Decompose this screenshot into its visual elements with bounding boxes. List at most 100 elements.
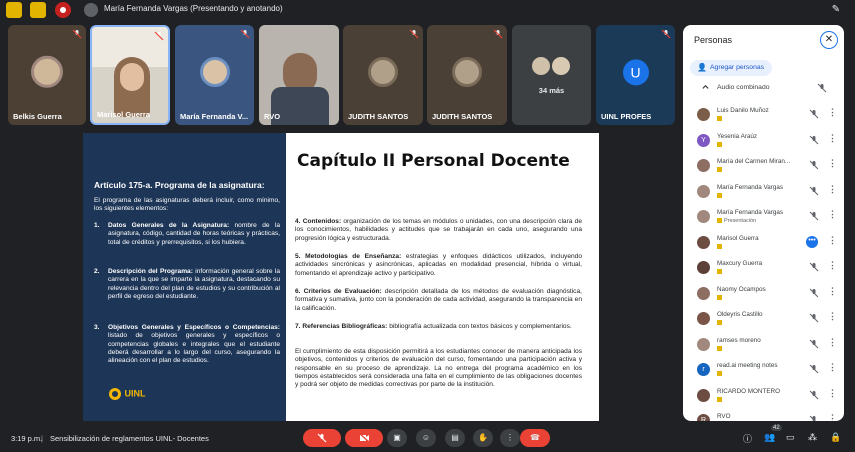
add-people-label: Agregar personas [710, 64, 765, 71]
chat-icon[interactable]: ▭ [786, 432, 795, 443]
item-label: 6. Criterios de Evaluación: [295, 288, 382, 295]
participant-avatar [697, 235, 710, 249]
mic-off-icon [809, 262, 819, 272]
more-vert-icon[interactable]: ⋮ [828, 337, 837, 348]
mic-off-icon [240, 29, 250, 39]
more-vert-icon[interactable]: ⋮ [828, 107, 837, 118]
microphone-toggle-button[interactable] [303, 429, 341, 447]
participant-tile[interactable]: Belkis Guerra [8, 25, 86, 125]
more-vert-icon[interactable]: ⋮ [828, 133, 837, 144]
participant-avatar [697, 388, 710, 402]
article-item: 5. Metodologías de Enseñanza: estrategia… [295, 253, 582, 278]
info-icon[interactable]: ⓘ [743, 432, 752, 445]
participant-row[interactable]: r read.ai meeting notes ⋮ [697, 360, 838, 382]
participant-row[interactable]: María Fernanda Vargas ⋮ [697, 182, 838, 204]
more-vert-icon[interactable]: ⋮ [828, 158, 837, 169]
slide-closing-paragraph: El cumplimiento de esta disposición perm… [295, 348, 582, 389]
item-text: listado de objetivos generales y específ… [108, 332, 280, 365]
article-title: Artículo 175-a. Programa de la asignatur… [94, 180, 265, 190]
participant-photo [452, 57, 482, 87]
participant-row[interactable]: Luis Danilo Muñoz ⋮ [697, 105, 838, 127]
item-text: bibliografía actualizada con textos bási… [387, 323, 572, 330]
mic-off-icon [661, 29, 671, 39]
item-number: 3. [94, 324, 100, 331]
more-vert-icon[interactable]: ⋮ [828, 235, 837, 246]
participant-row[interactable]: María del Carmen Miran... ⋮ [697, 156, 838, 178]
more-vert-icon[interactable]: ⋮ [828, 209, 837, 220]
presentation-slide: Capítulo II Personal Docente Artículo 17… [83, 133, 599, 421]
participant-count-badge: 42 [771, 425, 782, 431]
mic-off-icon [809, 364, 819, 374]
slide-title: Capítulo II Personal Docente [297, 151, 570, 171]
article-item: 6. Criterios de Evaluación: descripción … [295, 288, 582, 313]
participant-row[interactable]: RICARDO MONTERO ⋮ [697, 386, 838, 408]
more-vert-icon[interactable]: ⋮ [828, 413, 837, 421]
clock: 3:19 p.m. [11, 434, 43, 443]
participant-photo [199, 57, 230, 87]
more-vert-icon[interactable]: ⋮ [828, 260, 837, 271]
participant-name: read.ai meeting notes [717, 362, 778, 369]
more-vert-icon[interactable]: ⋮ [828, 286, 837, 297]
people-icon[interactable]: 👥 [764, 432, 775, 443]
participant-row[interactable]: Naomy Ocampos ⋮ [697, 284, 838, 306]
participant-row[interactable]: Y Yesenia Araúz ⋮ [697, 131, 838, 153]
mute-all-icon[interactable] [817, 83, 827, 93]
more-vert-icon[interactable]: ⋮ [828, 184, 837, 195]
captions-button[interactable]: ▤ [445, 429, 465, 447]
camera-toggle-button[interactable] [345, 429, 383, 447]
meeting-title: Sensibilización de reglamentos UINL- Doc… [50, 434, 209, 443]
pen-icon[interactable]: ✎ [828, 2, 844, 18]
more-vert-icon[interactable]: ⋮ [828, 362, 837, 373]
participant-row[interactable]: R RVO ⋮ [697, 411, 838, 421]
participant-avatar: Y [697, 133, 710, 147]
more-participants-tile[interactable]: 34 más [512, 25, 591, 125]
more-options-button[interactable]: ⋮ [500, 429, 520, 447]
mic-off-icon [809, 135, 819, 144]
more-vert-icon[interactable]: ⋮ [828, 311, 837, 322]
article-item: 3. Objetivos Generales y Específicos o C… [94, 324, 280, 365]
participant-name: JUDITH SANTOS [432, 112, 493, 121]
mic-off-icon [809, 160, 819, 170]
participant-row[interactable]: María Fernanda Vargas Presentación ⋮ [697, 207, 838, 229]
participant-row[interactable]: Marisol Guerra ••• ⋮ [697, 233, 838, 255]
activities-icon[interactable]: ⁂ [808, 432, 817, 443]
collapse-chevron-icon[interactable] [701, 83, 710, 92]
present-screen-button[interactable]: ▣ [387, 429, 407, 447]
close-panel-button[interactable]: ✕ [820, 31, 838, 49]
participant-row[interactable]: ramses moreno ⋮ [697, 335, 838, 357]
audio-combined-label: Audio combinado [717, 84, 770, 91]
participant-role: Presentación [724, 218, 757, 224]
badge-icon [717, 294, 722, 300]
article-item: 7. Referencias Bibliográficas: bibliogra… [295, 323, 582, 331]
participant-tile[interactable]: JUDITH SANTOS [427, 25, 507, 125]
host-controls-icon[interactable]: 🔒 [830, 432, 841, 443]
hang-up-icon: ☎ [530, 433, 540, 442]
leave-call-button[interactable]: ☎ [520, 429, 550, 447]
participant-initial-avatar: U [622, 59, 649, 86]
reactions-button[interactable]: ☺ [416, 429, 436, 447]
mic-off-icon [154, 31, 164, 41]
record-icon[interactable] [6, 2, 22, 18]
participant-tile[interactable]: RVO [259, 25, 339, 125]
participant-row[interactable]: Maxcury Guerra ⋮ [697, 258, 838, 280]
uinl-logo-text: UINL [124, 388, 146, 399]
captions-icon: ▤ [451, 433, 459, 442]
participant-tile[interactable]: María Fernanda V... [175, 25, 254, 125]
participant-tile[interactable]: JUDITH SANTOS [343, 25, 423, 125]
recording-indicator-icon[interactable] [55, 2, 71, 18]
article-item: 1. Datos Generales de la Asignatura: nom… [94, 222, 280, 247]
participant-tile-active[interactable]: Marisol Guerra [90, 25, 170, 125]
mic-off-icon [809, 390, 819, 399]
participant-row[interactable]: Oldeyris Castillo ⋮ [697, 309, 838, 331]
raise-hand-button[interactable]: ✋ [473, 429, 493, 447]
notes-icon[interactable] [30, 2, 46, 18]
participant-subtitle [717, 243, 724, 250]
add-person-icon: 👤 [697, 63, 707, 72]
participant-subtitle [717, 192, 724, 199]
panel-title: Personas [694, 35, 733, 45]
participant-tile[interactable]: U UINL PROFES [596, 25, 675, 125]
more-vert-icon[interactable]: ⋮ [828, 388, 837, 399]
add-people-button[interactable]: 👤 Agregar personas [690, 60, 772, 76]
more-participants-count: 34 más [538, 86, 565, 95]
more-vert-icon: ⋮ [506, 433, 514, 442]
